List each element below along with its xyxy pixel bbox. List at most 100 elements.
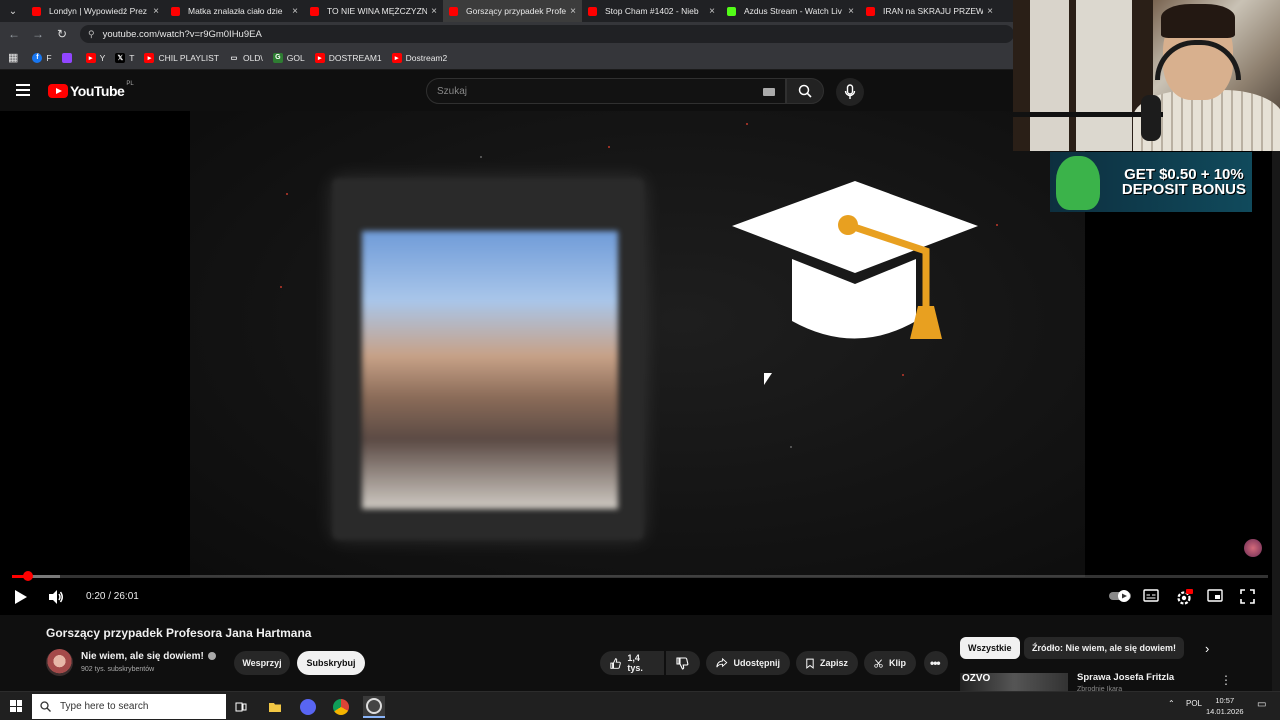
autoplay-toggle[interactable] xyxy=(1108,589,1132,603)
bookmark-item[interactable]: ▭ OLD\ xyxy=(228,52,263,63)
keyboard-icon[interactable] xyxy=(763,88,775,96)
share-button[interactable]: Udostępnij xyxy=(706,651,790,675)
taskbar-clock[interactable]: 10:57 14.01.2026 xyxy=(1206,695,1244,717)
ad-text-line2: DEPOSIT BONUS xyxy=(1121,181,1246,198)
share-icon xyxy=(716,657,728,668)
mouse-cursor-icon xyxy=(764,373,772,385)
url-text: youtube.com/watch?v=r9Gm0IHu9EA xyxy=(102,28,262,40)
clip-button[interactable]: Klip xyxy=(864,651,916,675)
particle xyxy=(286,193,288,195)
search-input[interactable]: Szukaj xyxy=(426,78,786,104)
settings-button[interactable] xyxy=(1175,589,1193,607)
windows-start-icon[interactable] xyxy=(10,700,22,712)
progress-scrubber[interactable] xyxy=(23,571,34,581)
menu-icon[interactable] xyxy=(16,84,30,96)
fullscreen-button[interactable] xyxy=(1240,589,1255,604)
back-icon[interactable]: ← xyxy=(2,27,26,41)
youtube-logo[interactable]: YouTube PL xyxy=(48,81,134,99)
forward-icon[interactable]: → xyxy=(26,27,50,41)
tab-close-icon[interactable]: × xyxy=(153,6,159,17)
chip-source[interactable]: Źródło: Nie wiem, ale się dowiem! xyxy=(1024,637,1185,659)
url-field[interactable]: ⚲ youtube.com/watch?v=r9Gm0IHu9EA xyxy=(80,25,1014,43)
tab-close-icon[interactable]: × xyxy=(987,6,993,17)
related-video-thumbnail[interactable]: ОZVO xyxy=(960,673,1068,693)
blurred-street-photo xyxy=(362,231,618,509)
site-info-icon[interactable]: ⚲ xyxy=(88,29,95,40)
ad-text: GET $0.50 + 10% DEPOSIT BONUS xyxy=(1122,167,1246,197)
like-button[interactable]: 1,4 tys. xyxy=(600,651,664,675)
bookmark-item[interactable]: G GOL xyxy=(272,52,305,63)
discord-icon[interactable] xyxy=(297,696,319,718)
miniplayer-button[interactable] xyxy=(1207,589,1223,602)
browser-tab[interactable]: TO NIE WINA MĘŻCZYZN × xyxy=(304,0,443,22)
task-view-icon[interactable] xyxy=(230,696,252,718)
channel-avatar[interactable] xyxy=(46,649,73,676)
bookmark-item[interactable]: ▸ Dostream2 xyxy=(391,52,447,63)
support-button[interactable]: Wesprzyj xyxy=(234,651,290,675)
dislike-button[interactable] xyxy=(666,651,700,675)
tab-close-icon[interactable]: × xyxy=(431,6,437,17)
obs-icon[interactable] xyxy=(363,696,385,718)
play-button[interactable] xyxy=(14,589,28,605)
channel-name[interactable]: Nie wiem, ale się dowiem! xyxy=(81,651,216,662)
brain-icon xyxy=(1244,539,1262,557)
save-button[interactable]: Zapisz xyxy=(796,651,858,675)
tab-close-icon[interactable]: × xyxy=(570,6,576,17)
time-display: 0:20 / 26:01 xyxy=(86,591,139,602)
subscribe-button[interactable]: Subskrybuj xyxy=(297,651,365,675)
subtitles-button[interactable] xyxy=(1143,589,1159,602)
apps-grid-icon[interactable]: ▦ xyxy=(8,51,18,64)
more-actions-button[interactable]: ••• xyxy=(924,651,948,675)
youtube-header: YouTube PL Szukaj xyxy=(0,71,1012,111)
bookmark-label: Y xyxy=(99,52,106,63)
browser-tab[interactable]: Gorszący przypadek Profe × xyxy=(443,0,582,22)
search-button[interactable] xyxy=(786,78,824,104)
tray-chevron-icon[interactable]: ⌃ xyxy=(1168,699,1175,708)
clip-label: Klip xyxy=(889,658,906,668)
volume-icon xyxy=(49,590,63,604)
thumbs-down-icon xyxy=(676,656,689,670)
file-explorer-icon[interactable] xyxy=(264,696,286,718)
bookmark-item[interactable]: 𝕏T xyxy=(115,52,134,63)
taskbar-search-icon xyxy=(40,701,51,712)
save-label: Zapisz xyxy=(819,658,848,668)
taskbar-search-input[interactable]: Type here to search xyxy=(32,694,226,719)
tab-search-chevron-icon[interactable]: ⌄ xyxy=(0,0,26,22)
video-frame[interactable] xyxy=(190,111,1085,577)
tab-title: IRAN na SKRAJU PRZEW xyxy=(883,6,984,16)
page-scrollbar[interactable] xyxy=(1272,151,1280,691)
bookmark-item[interactable]: ▸ DOSTREAM1 xyxy=(314,52,382,63)
voice-search-button[interactable] xyxy=(836,78,864,106)
browser-tab[interactable]: IRAN na SKRAJU PRZEW × xyxy=(860,0,999,22)
bookmark-item[interactable]: fF xyxy=(32,52,52,63)
chips-next-icon[interactable]: › xyxy=(1205,641,1209,656)
progress-bar[interactable] xyxy=(12,571,1268,581)
gol-icon: G xyxy=(272,52,283,63)
bookmark-item[interactable]: ▸ Y xyxy=(85,52,106,63)
related-video-title[interactable]: Sprawa Josefa Fritzla xyxy=(1077,672,1174,683)
language-indicator[interactable]: POL xyxy=(1186,699,1202,708)
bookmark-label: F xyxy=(46,52,52,63)
volume-button[interactable] xyxy=(48,589,64,605)
facebook-icon: f xyxy=(32,52,43,63)
chip-all[interactable]: Wszystkie xyxy=(960,637,1020,659)
tab-close-icon[interactable]: × xyxy=(848,6,854,17)
browser-tab[interactable]: Azdus Stream - Watch Liv × xyxy=(721,0,860,22)
search-placeholder: Szukaj xyxy=(437,85,468,97)
tab-close-icon[interactable]: × xyxy=(709,6,715,17)
browser-tab[interactable]: Stop Cham #1402 - Nieb × xyxy=(582,0,721,22)
channel-name-text: Nie wiem, ale się dowiem! xyxy=(81,651,204,662)
related-more-icon[interactable]: ⋮ xyxy=(1220,673,1232,687)
youtube-icon: ▸ xyxy=(144,52,155,63)
country-code: PL xyxy=(126,81,134,87)
tab-title: Stop Cham #1402 - Nieb xyxy=(605,6,699,16)
tab-close-icon[interactable]: × xyxy=(292,6,298,17)
thumbs-up-icon xyxy=(610,657,621,669)
reload-icon[interactable]: ↻ xyxy=(50,27,74,41)
browser-tab[interactable]: Matka znalazła ciało dzie × xyxy=(165,0,304,22)
notifications-icon[interactable]: ▭ xyxy=(1257,699,1266,710)
bookmark-item[interactable]: ▸ CHIL PLAYLIST xyxy=(144,52,219,63)
bookmark-item[interactable] xyxy=(61,52,76,63)
chrome-icon[interactable] xyxy=(330,696,352,718)
browser-tab[interactable]: Londyn | Wypowiedź Prez × xyxy=(26,0,165,22)
